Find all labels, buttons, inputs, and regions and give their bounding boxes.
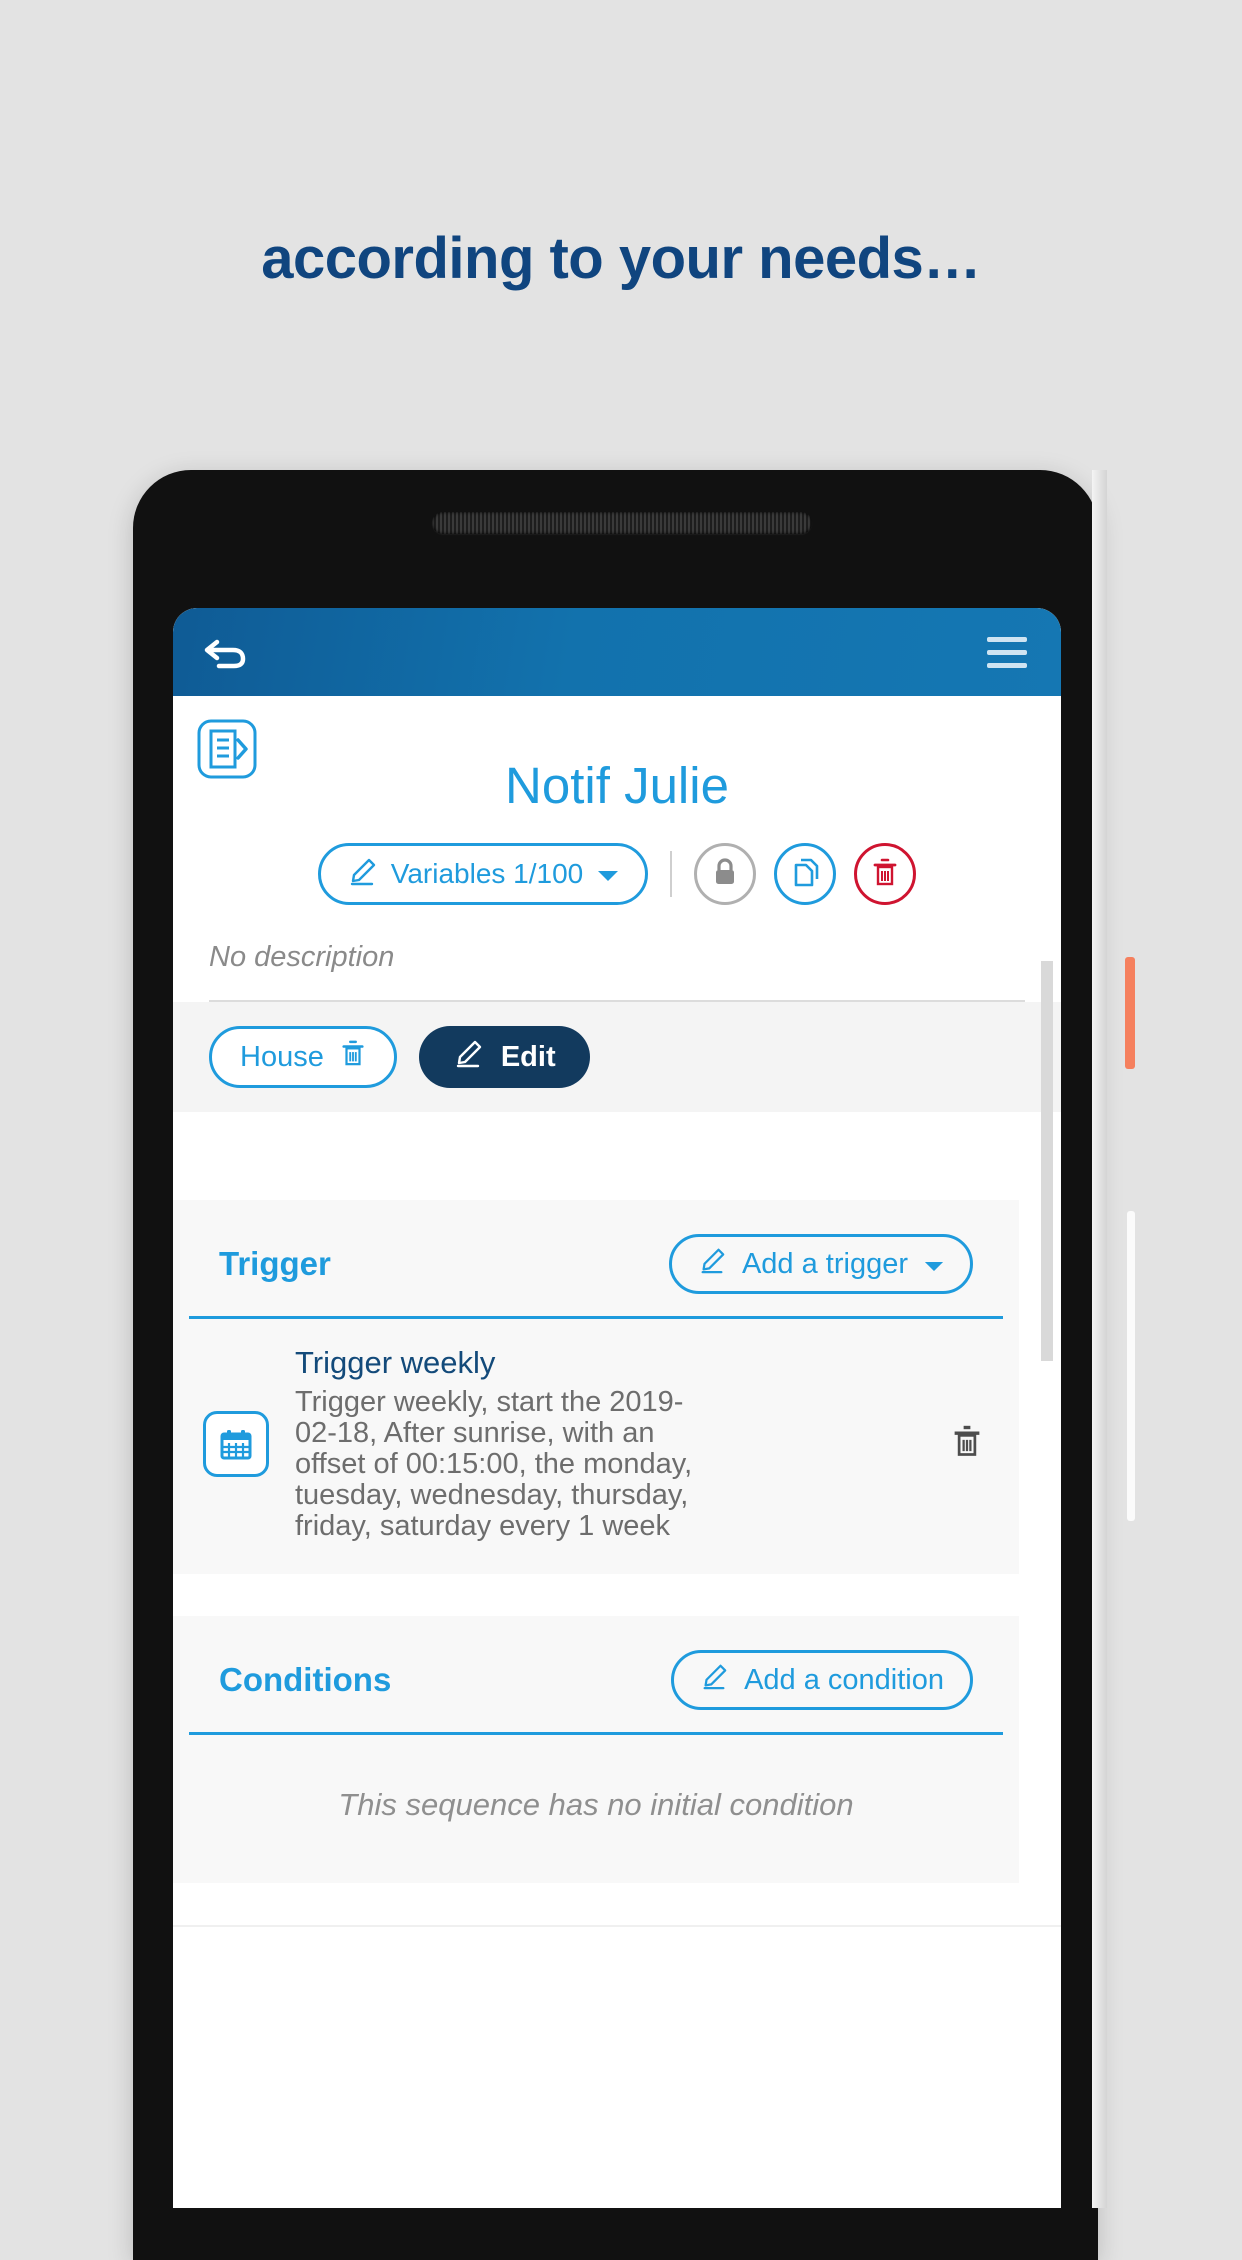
delete-button[interactable] [854,843,917,905]
conditions-section-title: Conditions [219,1661,392,1699]
sequence-title: Notif Julie [505,757,729,814]
add-condition-button[interactable]: Add a condition [671,1650,973,1711]
lock-icon [710,856,740,893]
content-spacer [173,1112,1061,1158]
add-condition-label: Add a condition [744,1663,944,1696]
edit-button[interactable]: Edit [418,1026,590,1088]
edit-button-label: Edit [500,1040,556,1073]
hamburger-line [987,636,1027,642]
variables-label: Variables 1/100 [390,858,584,889]
calendar-icon [203,1410,269,1477]
trash-icon [871,856,899,893]
caret-down-icon [924,1248,944,1281]
screen-content: Notif Julie Variables 1/100 No descripti… [173,696,1061,2208]
trigger-body: Trigger weekly Trigger weekly, start the… [295,1345,925,1542]
power-button[interactable] [1125,957,1135,1069]
trigger-section-header: Trigger Add a trigger [189,1200,1003,1319]
hamburger-line [987,662,1027,668]
trigger-list-item[interactable]: Trigger weekly Trigger weekly, start the… [173,1319,1019,1574]
trash-icon[interactable] [340,1038,366,1076]
trigger-card: Trigger Add a trigger Trigger weekly Tri… [173,1200,1019,1575]
trigger-description: Trigger weekly, start the 2019-02-18, Af… [295,1386,693,1543]
conditions-card: Conditions Add a condition This sequence… [173,1616,1019,1884]
caret-down-icon [597,858,619,890]
copy-document-icon [790,856,820,893]
chip-row: House Edit [173,1002,1061,1112]
app-bar [173,608,1061,696]
hamburger-line [987,649,1027,655]
pencil-icon [700,1662,728,1698]
add-trigger-button[interactable]: Add a trigger [668,1234,973,1294]
pencil-icon [698,1246,726,1282]
variables-button[interactable]: Variables 1/100 [317,843,649,905]
trigger-title: Trigger weekly [295,1345,496,1380]
conditions-empty-text: This sequence has no initial condition [338,1787,854,1823]
house-chip-label: House [240,1040,324,1073]
back-arrow-icon[interactable] [203,632,251,672]
action-divider [670,851,673,897]
script-document-icon[interactable] [196,718,258,785]
pencil-icon [347,856,377,893]
phone-side-edge [1092,470,1107,2208]
duplicate-button[interactable] [774,843,837,905]
hamburger-menu-icon[interactable] [987,636,1027,668]
earpiece-speaker [432,512,812,534]
trash-icon [951,1425,983,1463]
bottom-divider [173,1925,1061,1928]
add-trigger-label: Add a trigger [741,1247,908,1280]
trigger-section-title: Trigger [219,1245,331,1282]
description-text[interactable]: No description [209,941,1025,1002]
page-title: according to your needs… [261,226,981,291]
conditions-section-header: Conditions Add a condition [189,1616,1003,1736]
volume-button[interactable] [1127,1211,1135,1521]
pencil-icon [453,1038,483,1076]
trigger-delete-button[interactable] [951,1423,989,1464]
phone-screen: Notif Julie Variables 1/100 No descripti… [173,608,1061,2208]
content-scrollbar[interactable] [1041,961,1053,1361]
house-chip[interactable]: House [209,1026,397,1088]
action-row: Variables 1/100 [173,843,1061,905]
lock-button[interactable] [694,843,757,905]
